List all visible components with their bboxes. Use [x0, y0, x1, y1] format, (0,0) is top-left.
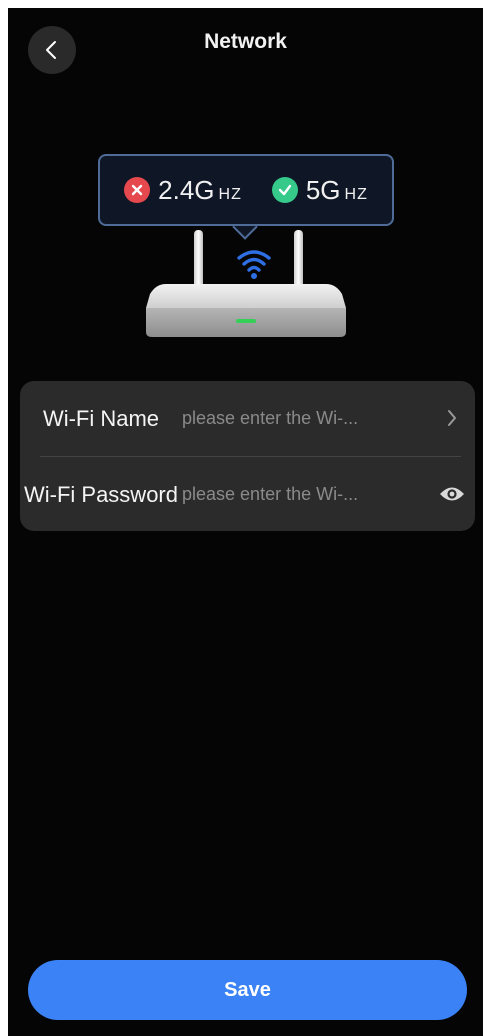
close-circle-icon — [124, 177, 151, 203]
wifi-password-input[interactable]: please enter the Wi-... — [182, 484, 429, 505]
wifi-password-label: Wi-Fi Password — [23, 481, 178, 507]
wifi-name-input[interactable]: please enter the Wi-... — [182, 408, 429, 429]
wifi-password-row[interactable]: Wi-Fi Password please enter the Wi-... — [20, 457, 475, 531]
band-5g-unit: HZ — [344, 185, 368, 203]
wifi-icon — [237, 250, 271, 279]
page-title: Network — [204, 30, 287, 53]
band-2-4g-number: 2.4G — [158, 174, 215, 205]
wifi-name-row[interactable]: Wi-Fi Name please enter the Wi-... — [20, 381, 475, 455]
band-status-bubble: 2.4G HZ 5G HZ — [98, 154, 394, 226]
band-5g-number: 5G — [305, 174, 341, 205]
wifi-name-label: Wi-Fi Name — [42, 405, 160, 431]
band-2-4g: 2.4G HZ — [124, 175, 242, 206]
check-circle-icon — [271, 177, 298, 203]
wifi-form-card: Wi-Fi Name please enter the Wi-... Wi-Fi… — [20, 381, 475, 531]
band-2-4g-unit: HZ — [218, 185, 242, 203]
router-body — [146, 284, 346, 337]
router-led — [236, 319, 256, 323]
save-button[interactable]: Save — [28, 960, 467, 1020]
router-illustration: 2.4G HZ 5G HZ — [98, 154, 398, 344]
band-5g: 5G HZ — [271, 174, 368, 206]
network-screen: Network 2.4G HZ 5G HZ Wi-Fi Name please … — [8, 8, 483, 1036]
chevron-right-icon[interactable] — [429, 408, 475, 428]
eye-icon[interactable] — [429, 485, 475, 503]
